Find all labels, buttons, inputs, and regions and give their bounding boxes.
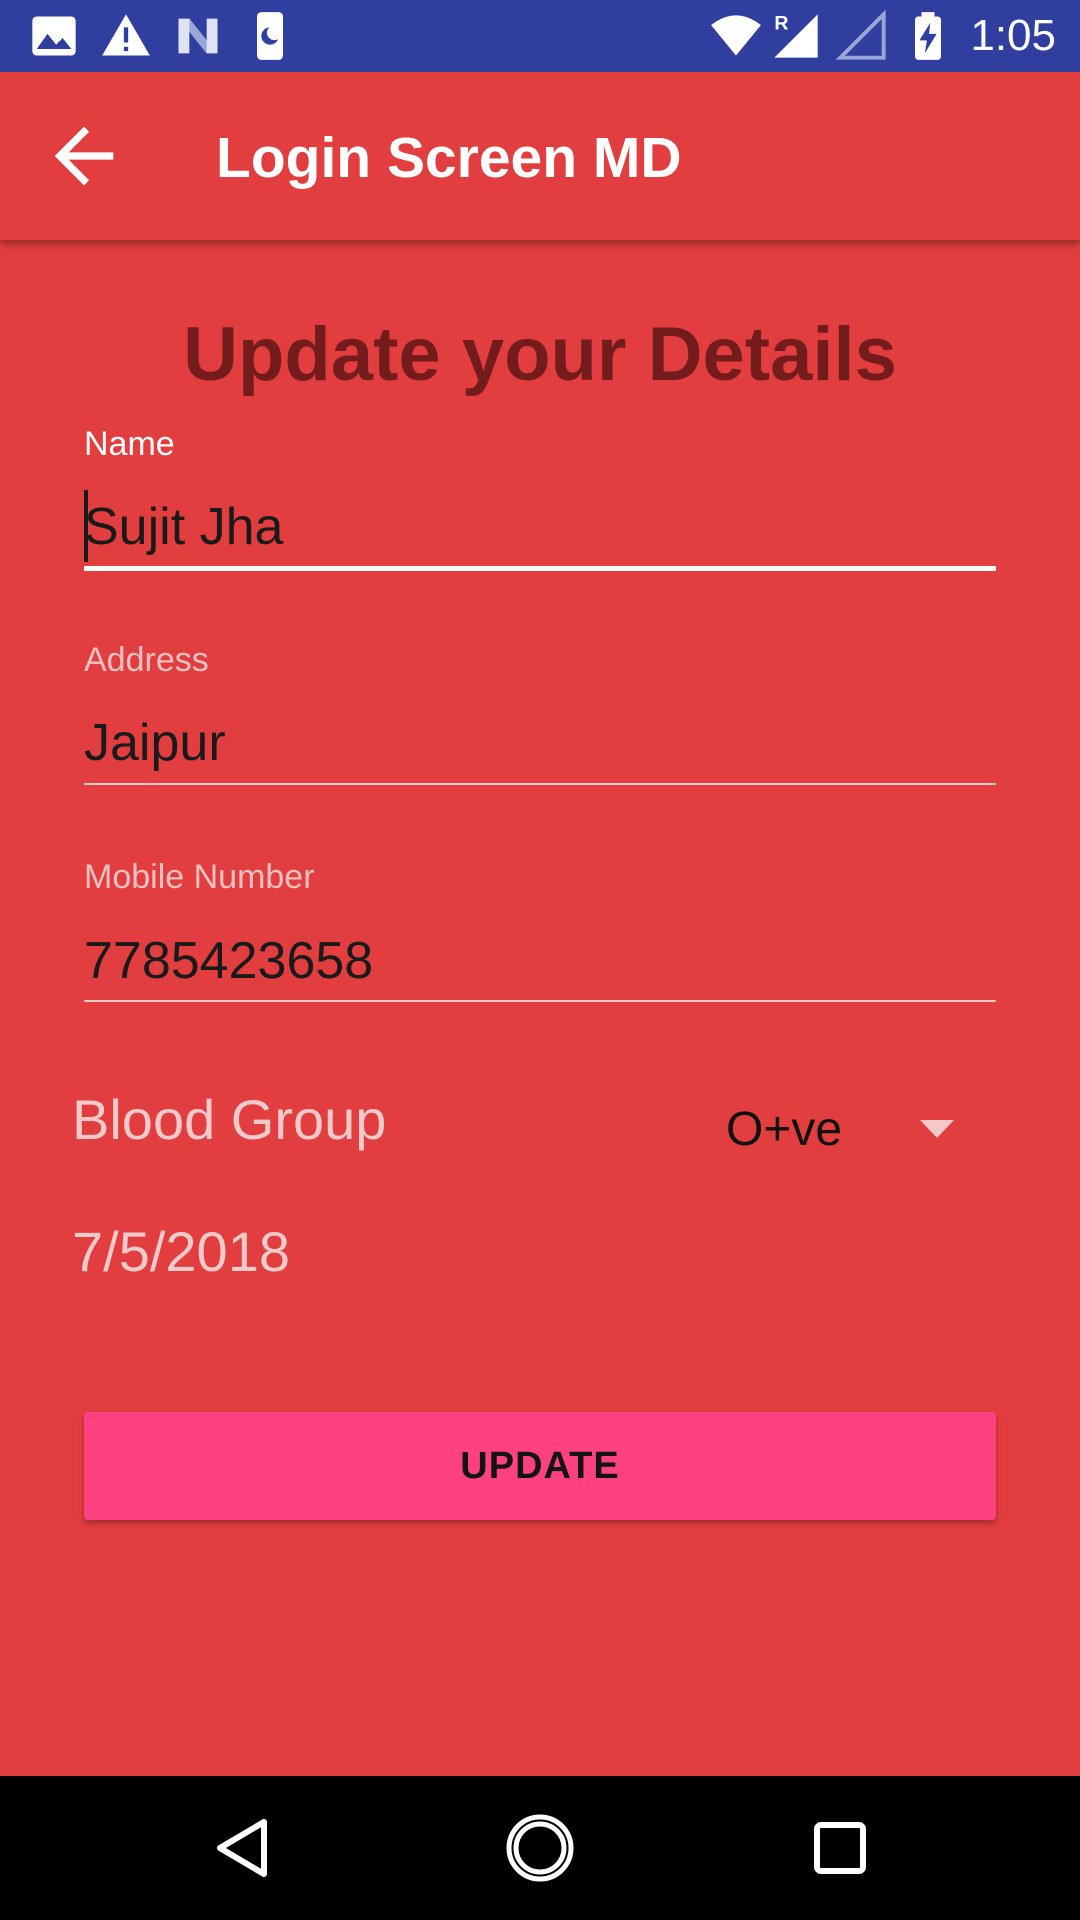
mobile-field-group: Mobile Number	[84, 240, 996, 1010]
warning-icon	[102, 14, 150, 56]
n-logo-icon	[178, 18, 218, 54]
update-button-label: UPDATE	[460, 1444, 620, 1487]
signal-empty-icon	[836, 10, 886, 60]
app-title: Login Screen MD	[216, 126, 682, 190]
app-bar: Login Screen MD	[0, 72, 1080, 240]
navigation-bar	[0, 1776, 1080, 1920]
status-bar: R 1:05	[0, 0, 1080, 72]
dropdown-arrow-icon	[920, 1120, 954, 1138]
mobile-input[interactable]	[84, 926, 996, 996]
battery-charging-icon	[915, 12, 941, 60]
date-picker-text[interactable]: 7/5/2018	[72, 1220, 290, 1284]
wifi-icon	[711, 15, 761, 56]
blood-group-dropdown[interactable]: O+ve	[720, 1098, 980, 1162]
home-circle-icon[interactable]	[504, 1812, 576, 1884]
status-time: 1:05	[970, 11, 1056, 60]
phone-moon-icon	[257, 12, 283, 60]
svg-text:R: R	[774, 13, 788, 35]
blood-group-label: Blood Group	[72, 1088, 387, 1151]
mobile-underline	[84, 1000, 996, 1002]
arrow-back-icon[interactable]	[40, 112, 128, 200]
update-form: Update your Details Name Address Mobile …	[0, 240, 1080, 1776]
image-icon	[32, 16, 76, 56]
recents-square-icon[interactable]	[804, 1812, 876, 1884]
update-button[interactable]: UPDATE	[84, 1412, 996, 1520]
mobile-label: Mobile Number	[84, 858, 315, 896]
back-triangle-icon[interactable]	[206, 1812, 278, 1884]
signal-roaming-icon: R	[774, 13, 818, 58]
blood-group-value: O+ve	[726, 1103, 843, 1156]
